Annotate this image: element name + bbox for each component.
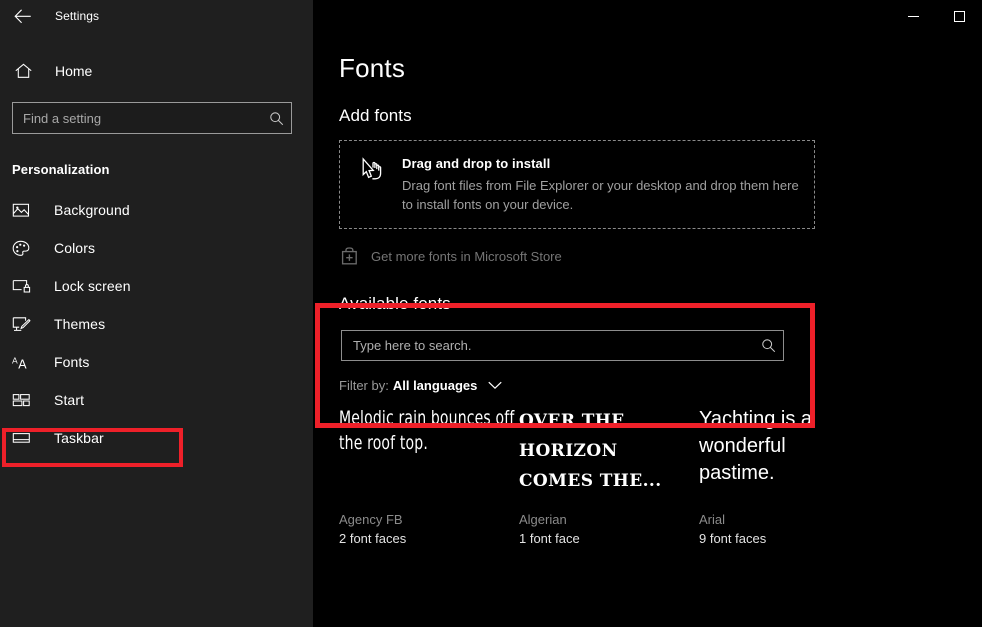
back-arrow-icon <box>14 8 31 23</box>
search-icon[interactable] <box>753 338 783 353</box>
window-title: Settings <box>55 9 100 23</box>
font-dropzone[interactable]: Drag and drop to install Drag font files… <box>339 140 815 229</box>
font-card[interactable]: Yachting is a wonderful pastime. Arial 9… <box>699 406 879 546</box>
page-title: Fonts <box>339 53 406 83</box>
font-faces-count: 2 font faces <box>339 531 407 546</box>
window-controls <box>890 0 982 32</box>
sidebar-home-label: Home <box>55 63 93 79</box>
home-icon <box>13 63 33 79</box>
filter-by-value: All languages <box>392 378 478 393</box>
filter-by-control[interactable]: Filter by: All languages <box>339 378 503 393</box>
font-search-input[interactable] <box>342 338 753 353</box>
back-button[interactable] <box>0 0 45 32</box>
title-bar: Settings <box>0 0 982 32</box>
filter-by-label: Filter by: <box>339 378 389 393</box>
dropzone-description: Drag font files from File Explorer or yo… <box>402 178 799 212</box>
minimize-icon <box>907 15 919 17</box>
find-a-setting-input[interactable] <box>13 110 261 126</box>
title-bar-left: Settings <box>0 0 313 32</box>
font-family-name: Agency FB <box>339 512 403 527</box>
image-icon <box>12 202 34 218</box>
font-preview-text: Yachting is a wonderful pastime. <box>699 408 813 484</box>
font-card[interactable]: Melodic rain bounces off the roof top. A… <box>339 406 519 546</box>
font-preview-text: Over the horizon comes the... <box>519 411 662 491</box>
start-grid-icon <box>12 393 34 408</box>
sidebar-section-label: Personalization <box>12 162 110 177</box>
font-card[interactable]: Over the horizon comes the... Algerian 1… <box>519 406 699 546</box>
font-faces-count: 1 font face <box>519 531 580 546</box>
sidebar-item-home[interactable]: Home <box>0 55 313 87</box>
sidebar-item-label: Start <box>54 392 85 408</box>
sidebar-item-start[interactable]: Start <box>0 381 313 419</box>
font-family-name: Arial <box>699 512 726 527</box>
minimize-button[interactable] <box>890 0 936 32</box>
font-faces-count: 9 font faces <box>699 531 767 546</box>
font-search-box[interactable] <box>341 330 784 361</box>
get-more-fonts-label: Get more fonts in Microsoft Store <box>371 248 562 264</box>
svg-text:A: A <box>12 355 18 365</box>
themes-brush-icon <box>12 316 34 333</box>
taskbar-icon <box>12 431 34 445</box>
font-family-name: Algerian <box>519 512 567 527</box>
sidebar-item-label: Themes <box>54 316 106 332</box>
font-preview-text: Melodic rain bounces off the roof top. <box>339 407 515 454</box>
sidebar-item-colors[interactable]: Colors <box>0 229 313 267</box>
sidebar-item-label: Taskbar <box>54 430 104 446</box>
sidebar-item-label: Background <box>54 202 130 218</box>
available-fonts-heading: Available fonts <box>339 294 451 313</box>
maximize-button[interactable] <box>936 0 982 32</box>
drag-hand-cursor-icon <box>356 155 392 186</box>
palette-icon <box>12 240 34 257</box>
sidebar-item-fonts[interactable]: A A Fonts <box>0 343 313 381</box>
sidebar-item-lock-screen[interactable]: Lock screen <box>0 267 313 305</box>
get-more-fonts-link[interactable]: Get more fonts in Microsoft Store <box>339 246 562 266</box>
microsoft-store-bag-icon <box>339 246 359 266</box>
sidebar-item-label: Colors <box>54 240 96 256</box>
settings-window: Settings Home Find a setting Personaliza… <box>0 0 982 627</box>
chevron-down-icon[interactable] <box>488 381 503 390</box>
fonts-aa-icon: A A <box>12 354 34 371</box>
svg-text:A: A <box>18 357 27 371</box>
main-content: Fonts Add fonts Drag and drop to install… <box>313 32 982 627</box>
sidebar-item-label: Lock screen <box>54 278 131 294</box>
sidebar-item-themes[interactable]: Themes <box>0 305 313 343</box>
maximize-icon <box>953 10 965 22</box>
dropzone-title: Drag and drop to install <box>402 156 551 171</box>
sidebar-nav-list: Background Colors Lock screen Themes A A… <box>0 191 313 457</box>
lock-screen-icon <box>12 278 34 294</box>
search-icon[interactable] <box>261 111 291 126</box>
add-fonts-heading: Add fonts <box>339 106 412 125</box>
sidebar: Home Personalization <box>0 32 313 627</box>
title-bar-right <box>313 0 982 32</box>
font-list: Melodic rain bounces off the roof top. A… <box>339 406 982 546</box>
dropzone-text: Drag and drop to install Drag font files… <box>402 155 804 214</box>
sidebar-item-background[interactable]: Background <box>0 191 313 229</box>
find-a-setting-box[interactable] <box>12 102 292 134</box>
sidebar-item-label: Fonts <box>54 354 90 370</box>
sidebar-item-taskbar[interactable]: Taskbar <box>0 419 313 457</box>
